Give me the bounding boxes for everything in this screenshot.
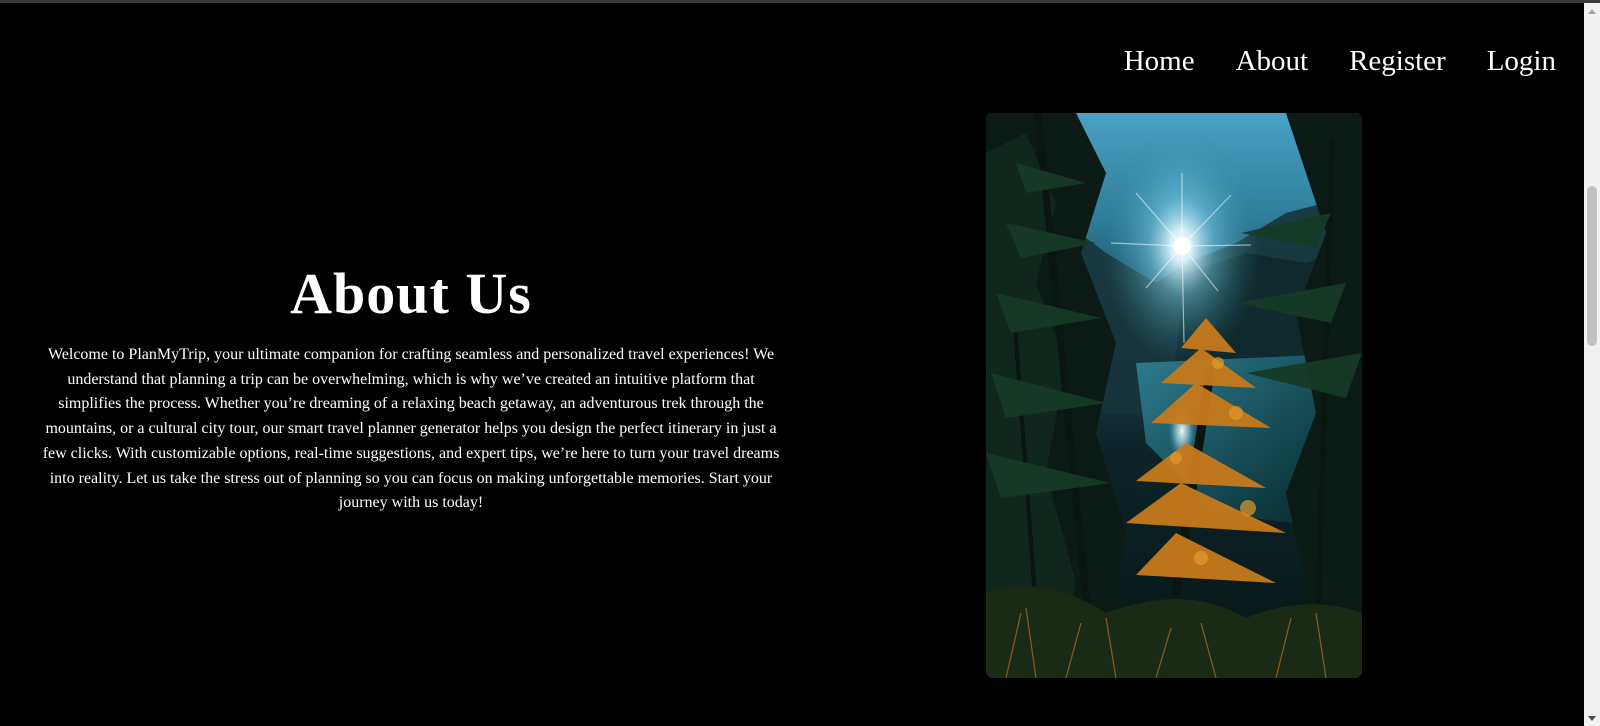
page-title: About Us [290, 261, 532, 326]
scroll-down-arrow-icon[interactable] [1584, 710, 1600, 726]
nav-register-link[interactable]: Register [1349, 43, 1446, 79]
scroll-up-arrow-icon[interactable] [1584, 3, 1600, 19]
nav-login-link[interactable]: Login [1487, 43, 1556, 79]
nav-home-link[interactable]: Home [1124, 43, 1195, 79]
scrollbar-thumb[interactable] [1587, 186, 1597, 346]
forest-lake-photo [986, 113, 1362, 678]
about-description: Welcome to PlanMyTrip, your ultimate com… [42, 346, 780, 512]
vertical-scrollbar[interactable] [1584, 3, 1600, 726]
nav-about-link[interactable]: About [1236, 43, 1309, 79]
about-page: Home About Register Login About Us Welco… [0, 3, 1584, 726]
top-navigation: Home About Register Login [1124, 43, 1556, 79]
